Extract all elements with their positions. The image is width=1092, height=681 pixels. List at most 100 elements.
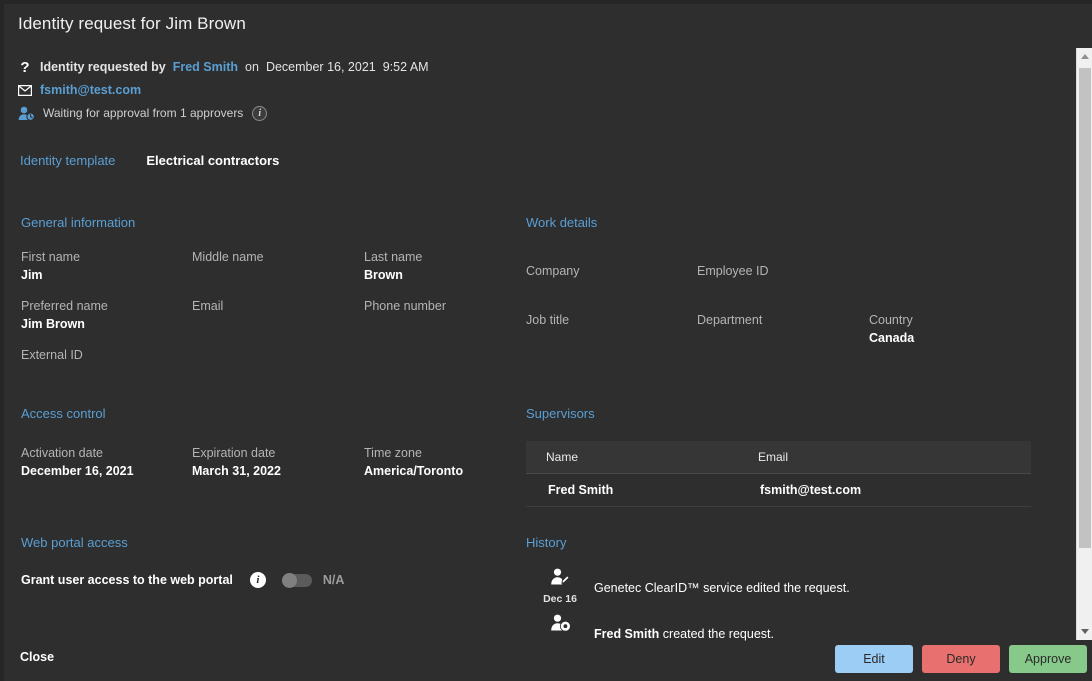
supervisors-title: Supervisors [526, 406, 1031, 421]
field-value [526, 329, 697, 347]
history-section: History Dec 16 Genetec ClearID™ service [526, 535, 1031, 649]
field-label: Email [192, 297, 364, 315]
table-header-row: Name Email [526, 441, 1031, 474]
access-control-title: Access control [21, 406, 501, 421]
history-item-gutter [526, 613, 594, 639]
field-time-zone: Time zone America/Toronto [364, 444, 501, 493]
general-information-title: General information [21, 215, 501, 230]
general-information-grid: First name Jim Middle name Last name Bro… [21, 248, 501, 395]
access-control-section: Access control Activation date December … [21, 406, 501, 493]
field-spacer-a [192, 346, 364, 395]
field-value [697, 329, 869, 347]
field-value: Jim Brown [21, 315, 192, 333]
field-label: Activation date [21, 444, 192, 462]
web-portal-toggle-switch[interactable] [282, 574, 312, 587]
history-item: Fred Smith created the request. [526, 613, 1031, 649]
identity-template-label[interactable]: Identity template [20, 153, 115, 168]
web-portal-info-icon[interactable]: i [250, 572, 266, 588]
field-country: Country Canada [869, 311, 1071, 360]
history-item-text: Genetec ClearID™ service edited the requ… [594, 567, 850, 595]
field-value [526, 280, 697, 298]
web-portal-toggle-row: Grant user access to the web portal i N/… [21, 572, 501, 588]
requester-link[interactable]: Fred Smith [173, 57, 238, 78]
scroll-down-arrow-icon[interactable] [1077, 623, 1092, 640]
field-value: March 31, 2022 [192, 462, 364, 480]
field-label: Expiration date [192, 444, 364, 462]
column-header-name[interactable]: Name [526, 441, 738, 474]
supervisors-table: Name Email Fred Smith fsmith@test.com [526, 441, 1031, 507]
history-item-date: Dec 16 [526, 593, 594, 605]
work-details-title: Work details [526, 215, 1071, 230]
person-edit-icon [549, 568, 571, 586]
requested-by-label: Identity requested by [40, 57, 166, 78]
close-button[interactable]: Close [20, 650, 54, 664]
field-activation-date: Activation date December 16, 2021 [21, 444, 192, 493]
cell-supervisor-email: fsmith@test.com [738, 474, 1031, 507]
deny-button[interactable]: Deny [922, 645, 1000, 673]
field-value: Jim [21, 266, 192, 284]
field-label: Company [526, 262, 697, 280]
vertical-scrollbar[interactable] [1076, 48, 1092, 640]
field-label: Job title [526, 311, 697, 329]
field-value: Brown [364, 266, 501, 284]
request-date: December 16, 2021 [266, 57, 376, 78]
work-details-section: Work details Company Employee ID Job tit… [526, 215, 1071, 360]
web-portal-access-title: Web portal access [21, 535, 501, 550]
field-value: America/Toronto [364, 462, 501, 480]
field-last-name: Last name Brown [364, 248, 501, 297]
field-first-name: First name Jim [21, 248, 192, 297]
field-phone-number: Phone number [364, 297, 501, 346]
scrollbar-thumb[interactable] [1079, 68, 1091, 548]
history-item-action: edited the request. [746, 581, 850, 595]
field-job-title: Job title [526, 311, 697, 360]
field-value [21, 364, 192, 382]
history-item-action: created the request. [663, 627, 774, 641]
approve-button[interactable]: Approve [1009, 645, 1087, 673]
field-email: Email [192, 297, 364, 346]
web-portal-access-section: Web portal access Grant user access to t… [21, 535, 501, 588]
field-label: Department [697, 311, 869, 329]
requester-email-link[interactable]: fsmith@test.com [40, 80, 141, 101]
person-gear-icon [549, 614, 571, 632]
field-label: First name [21, 248, 192, 266]
field-preferred-name: Preferred name Jim Brown [21, 297, 192, 346]
on-label: on [245, 57, 259, 78]
field-external-id: External ID [21, 346, 192, 395]
history-item-gutter: Dec 16 [526, 567, 594, 605]
field-value: December 16, 2021 [21, 462, 192, 480]
table-row[interactable]: Fred Smith fsmith@test.com [526, 474, 1031, 507]
field-label: Time zone [364, 444, 501, 462]
field-department: Department [697, 311, 869, 360]
approval-info-icon[interactable]: i [252, 106, 267, 121]
field-company: Company [526, 262, 697, 311]
column-header-email[interactable]: Email [738, 441, 1031, 474]
cell-supervisor-name: Fred Smith [526, 474, 738, 507]
history-item: Dec 16 Genetec ClearID™ service edited t… [526, 567, 1031, 605]
requester-email-row: fsmith@test.com [18, 80, 429, 101]
footer-action-buttons: Edit Deny Approve [835, 645, 1087, 673]
scroll-up-arrow-icon[interactable] [1077, 48, 1092, 65]
field-expiration-date: Expiration date March 31, 2022 [192, 444, 364, 493]
field-label: Employee ID [697, 262, 869, 280]
field-employee-id: Employee ID [697, 262, 869, 311]
question-mark-icon: ? [18, 60, 32, 76]
field-label: Last name [364, 248, 501, 266]
page-title: Identity request for Jim Brown [18, 14, 246, 34]
field-work-spacer [869, 262, 1071, 311]
general-information-section: General information First name Jim Middl… [21, 215, 501, 395]
field-value [192, 315, 364, 333]
request-time: 9:52 AM [383, 57, 429, 78]
field-label: Preferred name [21, 297, 192, 315]
field-label: Phone number [364, 297, 501, 315]
field-label: External ID [21, 346, 192, 364]
identity-template-value: Electrical contractors [146, 153, 279, 168]
edit-button[interactable]: Edit [835, 645, 913, 673]
history-item-actor: Fred Smith [594, 627, 659, 641]
field-label: Country [869, 311, 1071, 329]
envelope-icon [18, 83, 32, 99]
access-control-grid: Activation date December 16, 2021 Expira… [21, 444, 501, 493]
field-value [697, 280, 869, 298]
history-list: Dec 16 Genetec ClearID™ service edited t… [526, 567, 1031, 649]
field-spacer-b [364, 346, 501, 395]
history-item-text: Fred Smith created the request. [594, 613, 774, 641]
